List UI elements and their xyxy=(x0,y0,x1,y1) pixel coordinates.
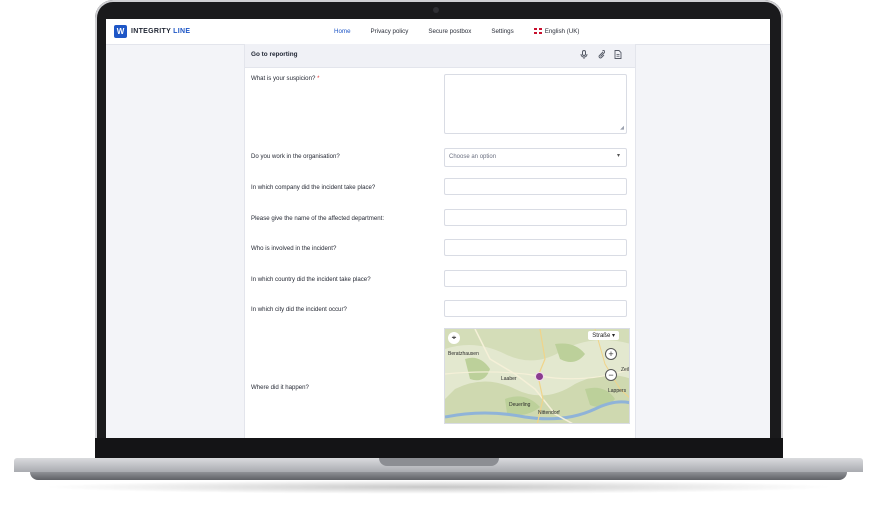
suspicion-textarea[interactable]: ◢ xyxy=(444,74,627,134)
location-map[interactable]: ⌖ Straße ▾ + − Beratzhausen Laaber Deuer… xyxy=(444,328,630,424)
document-icon[interactable] xyxy=(613,50,623,60)
camera xyxy=(433,7,439,13)
screen: W INTEGRITY LINE Home Privacy policy Sec… xyxy=(106,19,770,438)
zoom-in-button[interactable]: + xyxy=(605,348,617,360)
language-selector[interactable]: English (UK) xyxy=(524,28,590,35)
logo-icon: W xyxy=(114,25,127,38)
form-title: Go to reporting xyxy=(251,51,298,58)
map-layer-label: Straße xyxy=(592,333,611,339)
label-department: Please give the name of the affected dep… xyxy=(251,215,385,222)
map-label: Deuerling xyxy=(509,402,531,408)
label-work: Do you work in the organisation? xyxy=(251,153,340,160)
map-marker-icon[interactable] xyxy=(535,372,544,381)
map-label: Zeil xyxy=(621,367,630,373)
map-label: Beratzhausen xyxy=(448,351,479,357)
language-label: English (UK) xyxy=(544,28,580,35)
department-input[interactable] xyxy=(444,209,627,226)
zoom-out-button[interactable]: − xyxy=(605,369,617,381)
microphone-icon[interactable] xyxy=(579,50,589,60)
laptop-notch xyxy=(379,458,499,466)
map-label: Lappers xyxy=(608,388,627,394)
map-locate-icon[interactable]: ⌖ xyxy=(448,332,460,344)
logo[interactable]: W INTEGRITY LINE xyxy=(114,25,190,38)
map-layer-select[interactable]: Straße ▾ xyxy=(588,331,619,340)
uk-flag-icon xyxy=(533,28,542,34)
resize-handle-icon[interactable]: ◢ xyxy=(620,125,624,131)
paperclip-icon[interactable] xyxy=(596,50,606,60)
involved-input[interactable] xyxy=(444,239,627,256)
form-header: Go to reporting xyxy=(245,44,635,68)
nav-privacy-policy[interactable]: Privacy policy xyxy=(361,28,419,35)
chevron-down-icon: ▾ xyxy=(616,153,620,159)
top-navbar: W INTEGRITY LINE Home Privacy policy Sec… xyxy=(106,19,770,45)
work-select-value: Choose an option xyxy=(449,154,497,160)
label-company: In which company did the incident take p… xyxy=(251,184,376,191)
laptop-bezel xyxy=(95,438,783,458)
nav-links: Home Privacy policy Secure postbox Setti… xyxy=(324,19,589,44)
country-input[interactable] xyxy=(444,270,627,287)
label-involved: Who is involved in the incident? xyxy=(251,245,337,252)
laptop-base-lip xyxy=(30,472,847,480)
label-country: In which country did the incident take p… xyxy=(251,276,371,283)
label-city: In which city did the incident occur? xyxy=(251,306,347,313)
work-select[interactable]: Choose an option ▾ xyxy=(444,148,627,167)
label-where: Where did it happen? xyxy=(251,384,309,391)
map-label: Laaber xyxy=(501,376,517,382)
map-label: Nittendorf xyxy=(538,410,560,416)
city-input[interactable] xyxy=(444,300,627,317)
company-input[interactable] xyxy=(444,178,627,195)
logo-text: INTEGRITY LINE xyxy=(131,28,191,35)
label-suspicion: What is your suspicion? * xyxy=(251,75,320,82)
report-form: Go to reporting What is your suspicion? … xyxy=(244,44,636,438)
laptop-shadow xyxy=(40,480,837,494)
nav-settings[interactable]: Settings xyxy=(481,28,523,35)
nav-secure-postbox[interactable]: Secure postbox xyxy=(418,28,481,35)
nav-home[interactable]: Home xyxy=(324,28,361,35)
